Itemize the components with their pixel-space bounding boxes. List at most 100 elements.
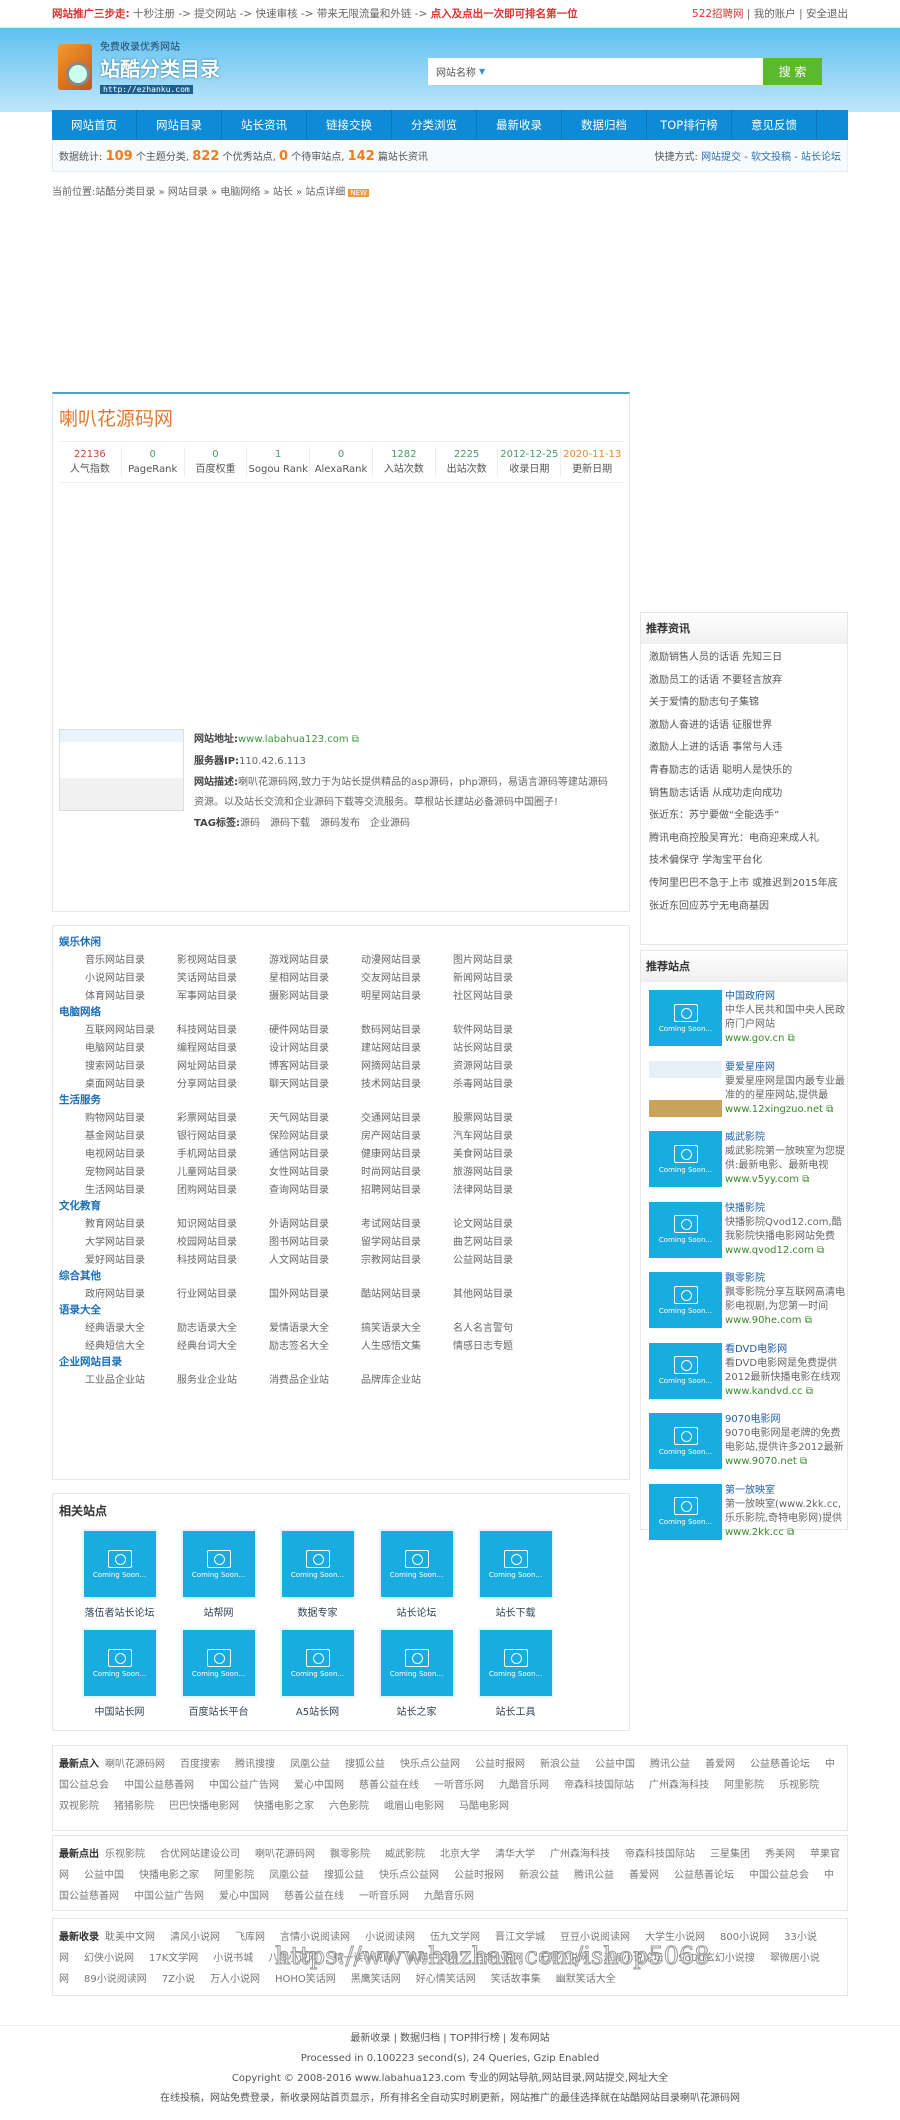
category-link[interactable]: 名人名言警句 — [453, 1319, 545, 1334]
list-link[interactable]: 合优网站建设公司 — [160, 1849, 240, 1860]
category-link[interactable]: 大学网站目录 — [85, 1233, 177, 1248]
list-link[interactable]: 猪猪影院 — [114, 1801, 154, 1812]
category-link[interactable]: 房产网站目录 — [361, 1127, 453, 1142]
user-link[interactable]: 522招聘网 — [692, 8, 744, 20]
breadcrumb-item[interactable]: 站长 — [273, 187, 293, 198]
category-link[interactable]: 聊天网站目录 — [269, 1075, 361, 1090]
nav-item[interactable]: 站长资讯 — [222, 110, 307, 140]
site-name[interactable]: 9070电影网 — [725, 1414, 780, 1425]
list-link[interactable]: 幽默笑话大全 — [556, 1974, 616, 1985]
related-site[interactable]: Coming Soon... 百度站长平台 — [169, 1628, 268, 1718]
list-link[interactable]: 飘零影院 — [330, 1849, 370, 1860]
category-link[interactable]: 工业品企业站 — [85, 1371, 177, 1386]
list-link[interactable]: 阿里影院 — [724, 1780, 764, 1791]
list-link[interactable]: 一听音乐网 — [359, 1891, 409, 1902]
category-link[interactable]: 数码网站目录 — [361, 1021, 453, 1036]
quick-submit-link[interactable]: 网站提交 — [701, 152, 741, 163]
breadcrumb-item[interactable]: 网站目录 — [168, 187, 208, 198]
list-link[interactable]: 伍九文学网 — [430, 1932, 480, 1943]
category-link[interactable]: 天气网站目录 — [269, 1109, 361, 1124]
list-link[interactable]: 中国公益慈善网 — [124, 1780, 194, 1791]
category-link[interactable]: 设计网站目录 — [269, 1039, 361, 1054]
category-link[interactable]: 消费品企业站 — [269, 1371, 361, 1386]
category-link[interactable]: 知识网站目录 — [177, 1215, 269, 1230]
category-heading[interactable]: 语录大全 — [59, 1302, 623, 1317]
category-link[interactable]: 服务业企业站 — [177, 1371, 269, 1386]
nav-item[interactable]: TOP排行榜 — [647, 110, 732, 140]
category-heading[interactable]: 文化教育 — [59, 1198, 623, 1213]
category-link[interactable]: 影视网站目录 — [177, 951, 269, 966]
list-link[interactable]: 阿里影院 — [214, 1870, 254, 1881]
list-link[interactable]: 7Z小说 — [162, 1974, 195, 1985]
list-link[interactable]: 马酷电影网 — [459, 1801, 509, 1812]
category-link[interactable]: 电视网站目录 — [85, 1145, 177, 1160]
site-name[interactable]: 看DVD电影网 — [725, 1344, 787, 1355]
list-link[interactable]: 万人小说网 — [210, 1974, 260, 1985]
tag-link[interactable]: 企业源码 — [370, 818, 410, 829]
category-link[interactable]: 论文网站目录 — [453, 1215, 545, 1230]
list-link[interactable]: 腾讯公益 — [650, 1759, 690, 1770]
list-link[interactable]: 帝森科技国际站 — [564, 1780, 634, 1791]
category-link[interactable]: 博客网站目录 — [269, 1057, 361, 1072]
category-link[interactable]: 情感日志专题 — [453, 1337, 545, 1352]
news-link[interactable]: 关于爱情的励志句子集锦 — [641, 692, 847, 715]
category-link[interactable]: 动漫网站目录 — [361, 951, 453, 966]
category-link[interactable]: 品牌库企业站 — [361, 1371, 453, 1386]
category-link[interactable]: 软件网站目录 — [453, 1021, 545, 1036]
related-site[interactable]: Coming Soon... A5站长网 — [268, 1628, 367, 1718]
list-link[interactable]: 公益慈善论坛 — [750, 1759, 810, 1770]
external-link-icon[interactable]: ⧉ — [803, 1386, 813, 1397]
category-link[interactable]: 人生感悟文集 — [361, 1337, 453, 1352]
site-thumbnail[interactable]: Coming Soon... — [649, 990, 722, 1046]
nav-item[interactable]: 数据归档 — [562, 110, 647, 140]
list-link[interactable]: 书旗小说网 — [473, 1953, 523, 1964]
category-link[interactable]: 站长网站目录 — [453, 1039, 545, 1054]
site-thumbnail[interactable]: Coming Soon... — [649, 1483, 722, 1540]
list-link[interactable]: 快播电影之家 — [254, 1801, 314, 1812]
category-link[interactable]: 互联网网站目录 — [85, 1021, 177, 1036]
list-link[interactable]: 小说阅读网 — [365, 1932, 415, 1943]
list-link[interactable]: 新浪公益 — [540, 1759, 580, 1770]
list-link[interactable]: 纵横中文网 — [408, 1953, 458, 1964]
category-link[interactable]: 宗教网站目录 — [361, 1251, 453, 1266]
site-url[interactable]: www.v5yy.com — [725, 1174, 799, 1185]
site-name[interactable]: 要爱星座网 — [725, 1062, 775, 1073]
category-link[interactable]: 宠物网站目录 — [85, 1163, 177, 1178]
category-link[interactable]: 校园网站目录 — [177, 1233, 269, 1248]
list-link[interactable]: 凤凰公益 — [269, 1870, 309, 1881]
news-link[interactable]: 青春励志的话语 聪明人是快乐的 — [641, 760, 847, 783]
category-link[interactable]: 旅游网站目录 — [453, 1163, 545, 1178]
list-link[interactable]: 晋江文学城 — [495, 1932, 545, 1943]
category-link[interactable]: 图书网站目录 — [269, 1233, 361, 1248]
list-link[interactable]: 爱心中国网 — [294, 1780, 344, 1791]
category-link[interactable]: 科技网站目录 — [177, 1251, 269, 1266]
list-link[interactable]: 搜狐公益 — [345, 1759, 385, 1770]
external-link-icon[interactable]: ⧉ — [797, 1456, 807, 1467]
category-link[interactable]: 星相网站目录 — [269, 969, 361, 984]
footer-link[interactable]: 最新收录 — [350, 2033, 390, 2044]
related-site[interactable]: Coming Soon... 落伍者站长论坛 — [70, 1529, 169, 1619]
account-link[interactable]: 我的账户 — [754, 8, 796, 20]
category-link[interactable]: 小说网站目录 — [85, 969, 177, 984]
category-link[interactable]: 技术网站目录 — [361, 1075, 453, 1090]
list-link[interactable]: 六色影院 — [329, 1801, 369, 1812]
list-link[interactable]: SoDu玄幻小说搜 — [678, 1953, 755, 1964]
category-link[interactable]: 杀毒网站目录 — [453, 1075, 545, 1090]
category-link[interactable]: 教育网站目录 — [85, 1215, 177, 1230]
nav-item[interactable]: 网站目录 — [137, 110, 222, 140]
list-link[interactable]: 爱心中国网 — [219, 1891, 269, 1902]
search-button[interactable]: 搜 索 — [763, 58, 822, 85]
external-link-icon[interactable]: ⧉ — [784, 1033, 795, 1044]
logout-link[interactable]: 安全退出 — [806, 8, 848, 20]
category-link[interactable]: 建站网站目录 — [361, 1039, 453, 1054]
category-heading[interactable]: 企业网站目录 — [59, 1354, 623, 1369]
external-link-icon[interactable]: ⧉ — [814, 1245, 824, 1256]
category-link[interactable]: 基金网站目录 — [85, 1127, 177, 1142]
site-url[interactable]: www.12xingzuo.net — [725, 1104, 823, 1115]
category-link[interactable]: 硬件网站目录 — [269, 1021, 361, 1036]
site-screenshot[interactable] — [59, 729, 184, 811]
list-link[interactable]: 公益中国 — [595, 1759, 635, 1770]
breadcrumb-item[interactable]: 站酷分类目录 — [95, 187, 155, 198]
category-link[interactable]: 法律网站目录 — [453, 1181, 545, 1196]
list-link[interactable]: 17K文学网 — [149, 1953, 198, 1964]
